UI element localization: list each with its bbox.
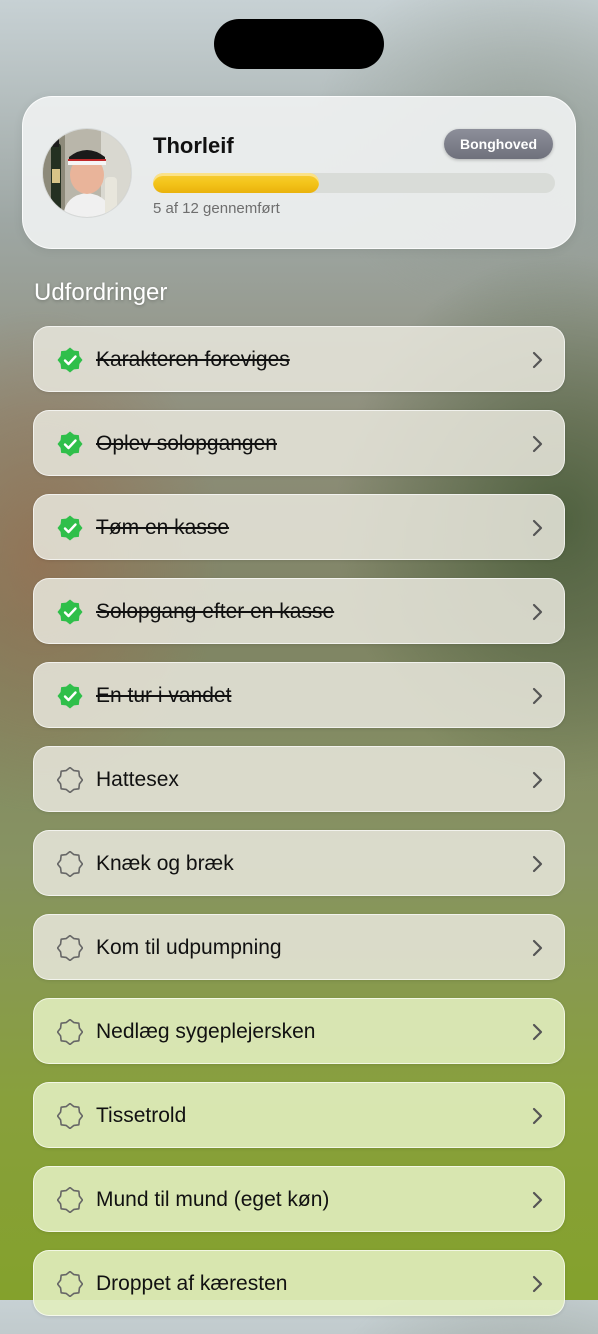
chevron-right-icon — [532, 1275, 544, 1293]
challenge-item[interactable]: Knæk og bræk — [33, 830, 565, 896]
chevron-right-icon — [532, 687, 544, 705]
chevron-right-icon — [532, 1191, 544, 1209]
challenge-title: Hattesex — [96, 768, 179, 791]
chevron-right-icon — [532, 435, 544, 453]
challenge-title: Tissetrold — [96, 1104, 187, 1127]
challenge-title: Oplev solopgangen — [96, 432, 277, 455]
chevron-right-icon — [532, 1023, 544, 1041]
challenge-item[interactable]: Tissetrold — [33, 1082, 565, 1148]
progress-bar — [153, 173, 555, 193]
challenge-item[interactable]: Solopgang efter en kasse — [33, 578, 565, 644]
challenge-title: Kom til udpumpning — [96, 936, 282, 959]
challenge-title: Karakteren foreviges — [96, 348, 290, 371]
chevron-right-icon — [532, 351, 544, 369]
challenge-list: Karakteren foreviges Oplev solopgangen T… — [33, 326, 565, 1334]
challenge-item[interactable]: Oplev solopgangen — [33, 410, 565, 476]
challenge-title: Nedlæg sygeplejersken — [96, 1020, 316, 1043]
progress-text: 5 af 12 gennemført — [153, 200, 280, 217]
check-seal-icon — [57, 683, 83, 709]
chevron-right-icon — [532, 855, 544, 873]
seal-outline-icon — [56, 1186, 84, 1214]
challenge-title: Tøm en kasse — [96, 516, 230, 539]
seal-outline-icon — [56, 1270, 84, 1298]
seal-outline-icon — [56, 934, 84, 962]
seal-outline-icon — [56, 1018, 84, 1046]
challenge-item[interactable]: Mund til mund (eget køn) — [33, 1166, 565, 1232]
rank-badge: Bonghoved — [444, 129, 553, 159]
check-seal-icon — [57, 515, 83, 541]
challenge-title: Droppet af kæresten — [96, 1272, 288, 1295]
check-seal-icon — [57, 431, 83, 457]
seal-outline-icon — [56, 1102, 84, 1130]
chevron-right-icon — [532, 519, 544, 537]
challenge-item[interactable]: Nedlæg sygeplejersken — [33, 998, 565, 1064]
chevron-right-icon — [532, 603, 544, 621]
challenge-title: Solopgang efter en kasse — [96, 600, 335, 623]
dynamic-island — [214, 19, 384, 69]
challenge-title: En tur i vandet — [96, 684, 232, 707]
seal-outline-icon — [56, 766, 84, 794]
section-title: Udfordringer — [34, 279, 168, 306]
seal-outline-icon — [56, 850, 84, 878]
challenge-title: Knæk og bræk — [96, 852, 234, 875]
challenge-item[interactable]: Droppet af kæresten — [33, 1250, 565, 1316]
user-name: Thorleif — [153, 133, 234, 158]
profile-card: Thorleif Bonghoved 5 af 12 gennemført — [22, 96, 576, 249]
chevron-right-icon — [532, 1107, 544, 1125]
challenge-item[interactable]: Tøm en kasse — [33, 494, 565, 560]
challenge-item[interactable]: Karakteren foreviges — [33, 326, 565, 392]
check-seal-icon — [57, 599, 83, 625]
avatar[interactable] — [43, 129, 131, 217]
chevron-right-icon — [532, 771, 544, 789]
challenge-item[interactable]: Kom til udpumpning — [33, 914, 565, 980]
challenge-item[interactable]: Hattesex — [33, 746, 565, 812]
progress-fill — [153, 173, 319, 193]
chevron-right-icon — [532, 939, 544, 957]
challenge-item[interactable]: En tur i vandet — [33, 662, 565, 728]
check-seal-icon — [57, 347, 83, 373]
challenge-title: Mund til mund (eget køn) — [96, 1188, 330, 1211]
